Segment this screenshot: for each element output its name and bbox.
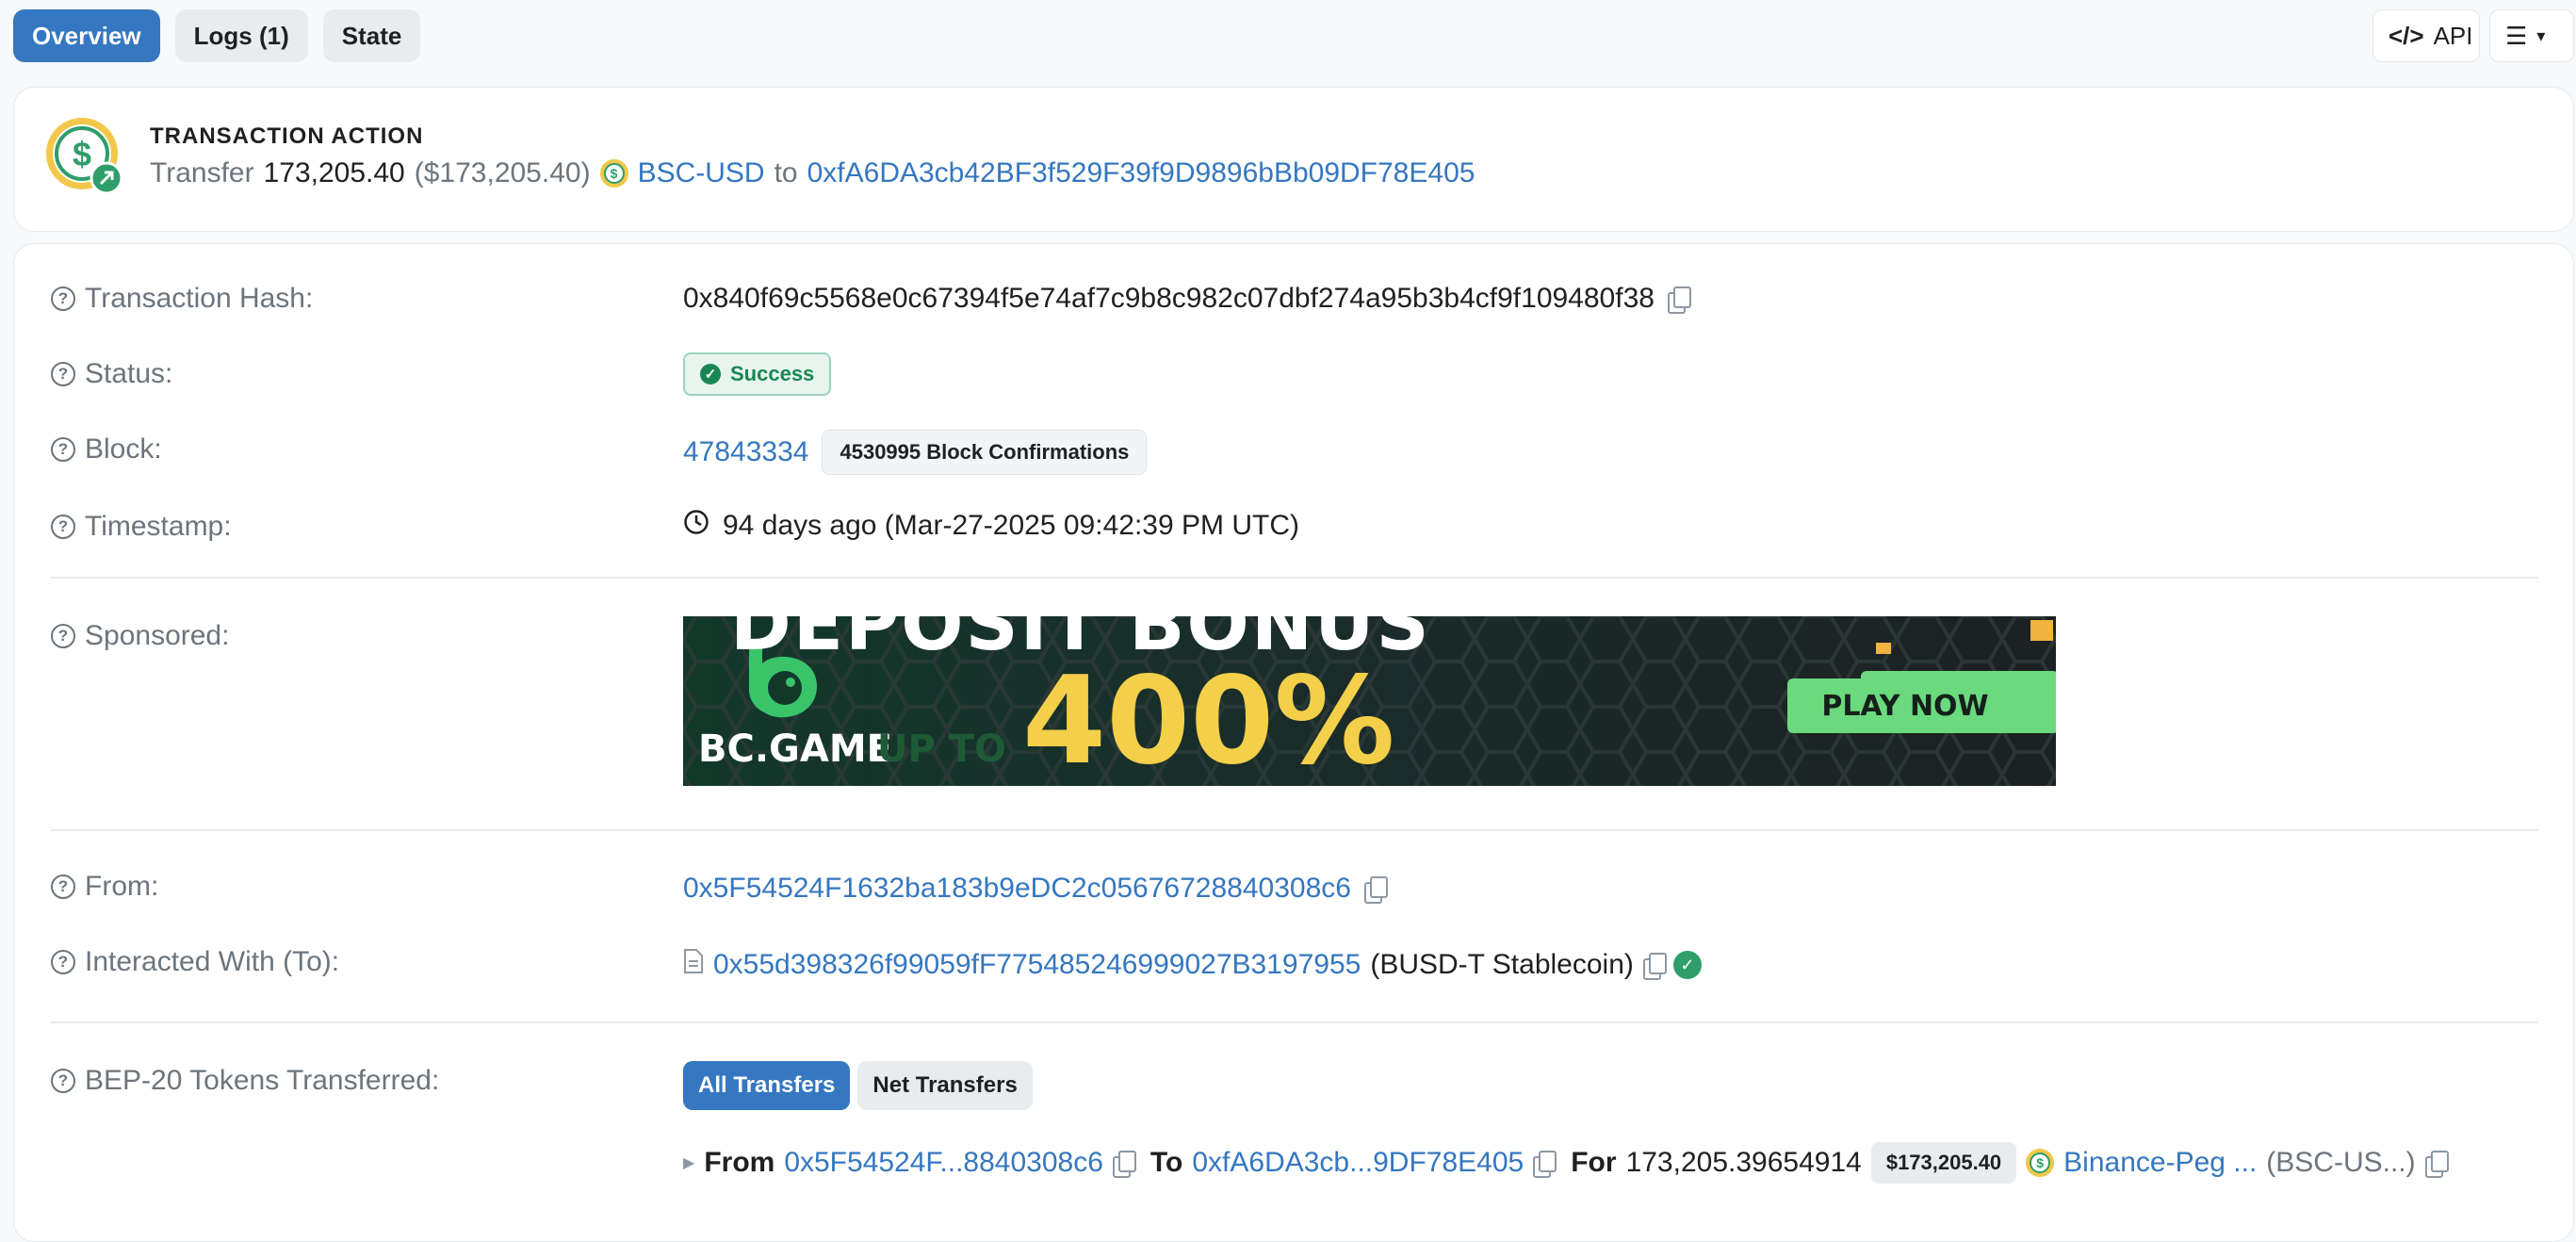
help-icon[interactable]: ?	[51, 515, 75, 539]
action-amount: 173,205.40	[263, 157, 405, 188]
divider	[51, 577, 2538, 579]
action-verb: Transfer	[150, 157, 254, 188]
ad-play-now-button[interactable]: PLAY NOW	[1787, 678, 2023, 733]
transfer-usd-badge: $173,205.40	[1870, 1142, 2017, 1184]
caret-right-icon[interactable]: ▶	[683, 1153, 694, 1172]
transfer-from-link[interactable]: 0x5F54524F...8840308c6	[784, 1147, 1103, 1179]
verified-check-icon: ✓	[1672, 951, 1702, 979]
tab-logs[interactable]: Logs (1)	[174, 9, 308, 62]
action-title: TRANSACTION ACTION	[150, 123, 424, 149]
copy-icon[interactable]	[1667, 286, 1691, 314]
timestamp-value: 94 days ago (Mar-27-2025 09:42:39 PM UTC…	[683, 509, 1299, 543]
code-icon: </>	[2389, 21, 2424, 50]
from-word: From	[704, 1147, 775, 1178]
bsc-usd-token-icon: $	[599, 159, 628, 188]
divider	[51, 829, 2538, 831]
all-transfers-tab[interactable]: All Transfers	[683, 1061, 851, 1110]
help-icon[interactable]: ?	[51, 362, 75, 386]
to-word: To	[1149, 1147, 1183, 1178]
check-circle-icon: ✓	[700, 364, 721, 384]
from-value: 0x5F54524F1632ba183b9eDC2c05676728840308…	[683, 873, 1388, 905]
help-icon[interactable]: ?	[51, 624, 75, 648]
for-word: For	[1571, 1147, 1617, 1178]
token-link[interactable]: BSC-USD	[638, 157, 765, 189]
transfer-tabs: All Transfers Net Transfers	[683, 1061, 1033, 1110]
help-icon[interactable]: ?	[51, 286, 75, 311]
confirmations-badge: 4530995 Block Confirmations	[822, 430, 1148, 475]
ad-percent: 400%	[1022, 651, 1395, 786]
tokens-transferred-label: ? BEP-20 Tokens Transferred:	[51, 1065, 439, 1097]
interacted-with-label: ? Interacted With (To):	[51, 946, 339, 978]
status-badge: ✓ Success	[683, 352, 832, 396]
sponsored-label: ? Sponsored:	[51, 620, 229, 652]
help-icon[interactable]: ?	[51, 1069, 75, 1093]
interacted-with-value: 0x55d398326f99059fF775485246999027B31979…	[683, 948, 1702, 982]
contract-address-link[interactable]: 0x55d398326f99059fF775485246999027B31979…	[713, 949, 1361, 981]
token-name-link[interactable]: Binance-Peg ...	[2063, 1147, 2257, 1179]
copy-icon[interactable]	[1363, 876, 1388, 904]
api-button[interactable]: </> API	[2372, 9, 2480, 62]
tx-hash-value: 0x840f69c5568e0c67394f5e74af7c9b8c982c07…	[683, 283, 1691, 315]
help-icon[interactable]: ?	[51, 874, 75, 899]
timestamp-label: ? Timestamp:	[51, 511, 232, 543]
api-label: API	[2433, 21, 2473, 50]
copy-icon[interactable]	[1642, 953, 1667, 980]
action-to-word: to	[774, 157, 798, 188]
contract-name: (BUSD-T Stablecoin)	[1370, 949, 1634, 980]
tab-state[interactable]: State	[322, 9, 421, 62]
ad-brand: BC.GAME	[698, 727, 892, 771]
help-icon[interactable]: ?	[51, 950, 75, 974]
list-check-icon: ☰	[2505, 21, 2528, 50]
tab-bar: Overview Logs (1) State	[13, 9, 421, 62]
from-label: ? From:	[51, 871, 158, 903]
transfer-amount: 173,205.39654914	[1625, 1147, 1862, 1178]
svg-text:$: $	[73, 135, 91, 173]
help-icon[interactable]: ?	[51, 437, 75, 462]
transfer-to-link[interactable]: 0xfA6DA3cb...9DF78E405	[1192, 1147, 1524, 1179]
status-label: ? Status:	[51, 358, 172, 390]
copy-icon[interactable]	[1112, 1151, 1136, 1178]
view-options-button[interactable]: ☰ ▾	[2489, 9, 2574, 62]
copy-icon[interactable]	[2424, 1151, 2449, 1178]
block-label: ? Block:	[51, 433, 162, 466]
chevron-down-icon: ▾	[2536, 25, 2546, 45]
transaction-action-card: $ TRANSACTION ACTION Transfer 173,205.40…	[13, 87, 2574, 232]
block-link[interactable]: 47843334	[683, 436, 808, 468]
block-value: 47843334 4530995 Block Confirmations	[683, 430, 1148, 475]
contract-file-icon	[683, 948, 704, 982]
sponsored-ad-banner[interactable]: DEPOSIT BONUS BC.GAME UP TO 400% PLAY NO…	[683, 616, 2056, 786]
dollar-icon: $	[44, 116, 123, 195]
token-transfer-row: ▶ From 0x5F54524F...8840308c6 To 0xfA6DA…	[683, 1142, 2449, 1184]
tx-hash-label: ? Transaction Hash:	[51, 283, 313, 315]
ad-up-to: UP TO	[877, 727, 1007, 771]
action-summary: Transfer 173,205.40 ($173,205.40) $ BSC-…	[150, 157, 1475, 189]
timestamp: 94 days ago (Mar-27-2025 09:42:39 PM UTC…	[723, 510, 1299, 541]
action-usd: ($173,205.40)	[414, 157, 591, 188]
status-value: ✓ Success	[683, 352, 832, 396]
divider	[51, 1021, 2538, 1023]
bsc-usd-token-icon: $	[2026, 1149, 2055, 1177]
clock-icon	[683, 509, 709, 543]
tab-overview[interactable]: Overview	[13, 9, 160, 62]
action-to-address-link[interactable]: 0xfA6DA3cb42BF3f529F39f9D9896bBb09DF78E4…	[807, 157, 1475, 189]
net-transfers-tab[interactable]: Net Transfers	[857, 1061, 1033, 1110]
tx-hash: 0x840f69c5568e0c67394f5e74af7c9b8c982c07…	[683, 283, 1655, 314]
from-address-link[interactable]: 0x5F54524F1632ba183b9eDC2c05676728840308…	[683, 873, 1351, 905]
token-symbol: (BSC-US...)	[2266, 1147, 2416, 1178]
copy-icon[interactable]	[1533, 1151, 1557, 1178]
